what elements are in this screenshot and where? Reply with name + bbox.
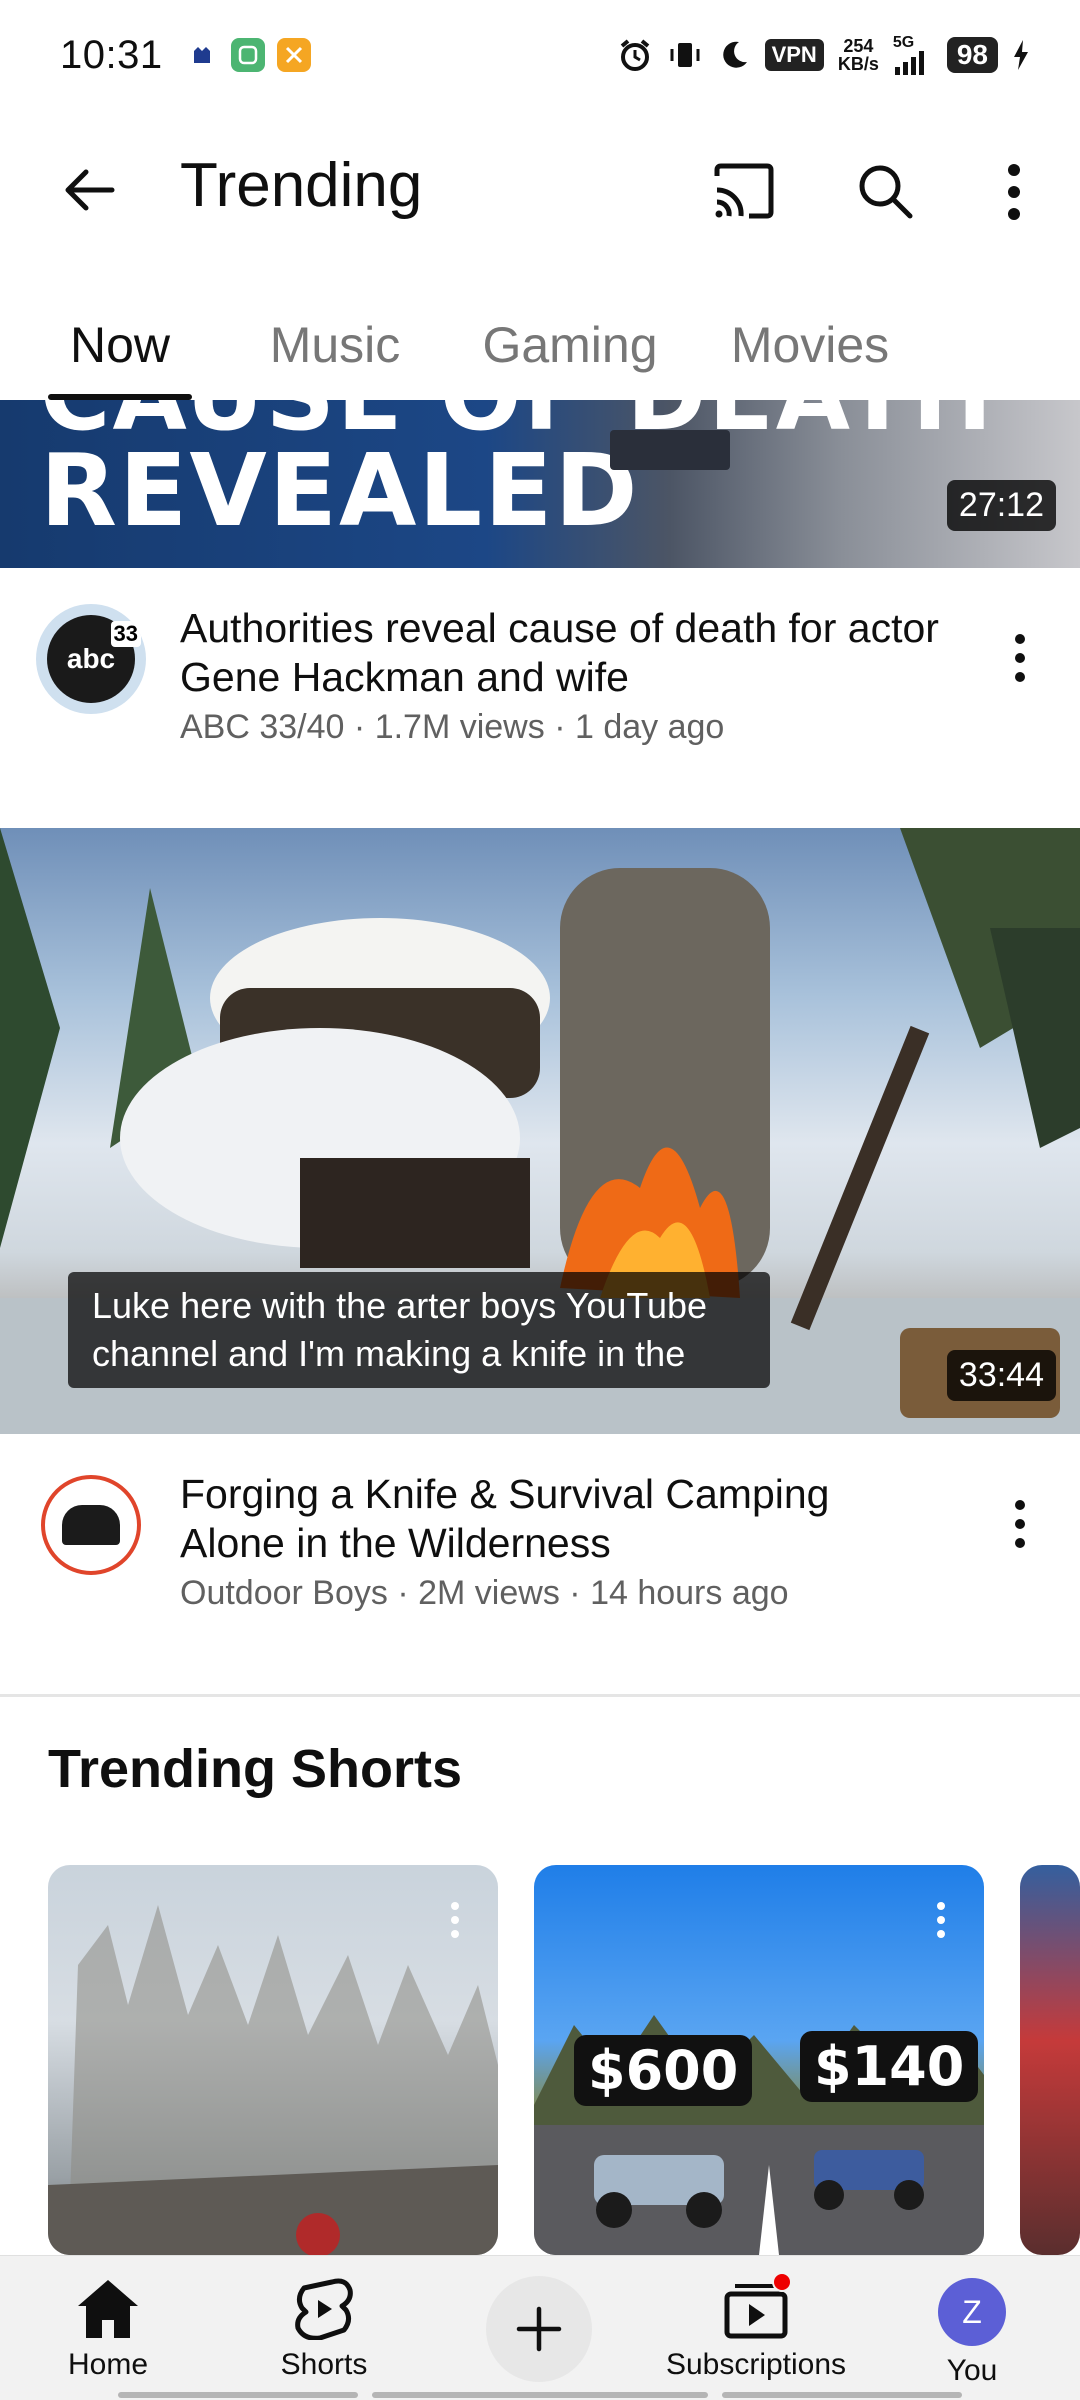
video-more-button[interactable] [990,1484,1050,1564]
search-button[interactable] [846,152,926,232]
nav-subscriptions-label: Subscriptions [665,2348,847,2381]
network-speed-value: 254 [843,36,874,56]
meta-separator: · [569,1574,591,1612]
back-button[interactable] [50,150,130,230]
video-caption: Luke here with the arter boys YouTube ch… [68,1272,770,1388]
outdoor-boys-logo-emblem [62,1505,120,1545]
arrow-left-icon [65,169,115,211]
page-title: Trending [180,151,423,220]
more-options-button[interactable] [974,152,1054,232]
gesture-bar [372,2392,708,2398]
network-speed: 254 KB/s [838,37,879,73]
nav-shorts-label: Shorts [280,2348,368,2381]
network-speed-unit: KB/s [837,54,879,74]
app-notification-icon [276,38,311,72]
cast-icon [714,163,774,219]
channel-name: Outdoor Boys [180,1574,388,1612]
video-info[interactable]: Forging a Knife & Survival Camping Alone… [0,1434,1080,1624]
more-vert-icon [1015,634,1025,682]
gesture-bar [722,2392,962,2398]
tab-music[interactable]: Music [250,290,420,400]
charging-icon [1014,40,1028,70]
video-meta: ABC 33/40 · 1.7M views · 1 day ago [180,708,724,747]
meta-separator: · [353,708,375,746]
channel-name: ABC 33/40 [180,708,345,746]
short-card[interactable] [1020,1865,1080,2255]
signal-icon [894,51,924,75]
video-thumbnail[interactable]: CAUSE OF DEATH REVEALED 27:12 [0,400,1080,568]
battery-level: 98 [946,37,998,73]
price-tag: $600 [574,2035,753,2106]
status-bar: 10:31 VPN 254 KB/s 5G 98 [0,0,1080,110]
alarm-icon [620,39,649,71]
shorts-icon [295,2278,353,2340]
shorts-section-title: Trending Shorts [48,1739,463,1799]
avatar: Z [938,2278,1006,2346]
short-card[interactable] [48,1865,498,2255]
video-title[interactable]: Forging a Knife & Survival Camping Alone… [180,1470,940,1568]
video-duration: 27:12 [946,480,1056,531]
nav-you[interactable]: Z You [872,2256,1072,2400]
home-icon [78,2280,138,2338]
vpn-badge: VPN [764,39,824,71]
more-vert-icon [1015,1500,1025,1548]
network-type: 5G [892,34,915,51]
abc-logo: abc 33 [47,615,141,703]
plus-icon [516,2306,562,2352]
search-icon [859,165,913,219]
short-card[interactable]: $600 $140 [534,1865,984,2255]
upload-age: 1 day ago [574,708,725,746]
more-vert-icon [1008,164,1020,220]
cast-button[interactable] [704,152,784,232]
moon-icon [722,41,747,68]
upload-age: 14 hours ago [590,1574,789,1612]
tab-bar: Now Music Gaming Movies [0,290,1080,400]
gesture-bar [118,2392,358,2398]
view-count: 2M views [418,1574,560,1612]
signal-indicator: 5G [893,35,933,75]
channel-avatar[interactable]: abc 33 [36,604,146,714]
meta-separator: · [554,708,575,746]
thumbnail-badge-shape [610,430,730,470]
abc-logo-badge: 33 [110,621,141,647]
short-more-button[interactable] [440,1895,470,1945]
notification-dot [772,2272,792,2292]
create-button[interactable] [486,2276,592,2382]
more-vert-icon [451,1902,459,1938]
status-indicators: VPN 254 KB/s 5G 98 [617,35,1030,75]
abc-logo-text: abc [66,643,116,674]
app-notification-icon [230,38,265,72]
video-thumbnail[interactable]: Luke here with the arter boys YouTube ch… [0,828,1080,1434]
status-app-icons [184,38,311,72]
video-more-button[interactable] [990,618,1050,698]
video-info[interactable]: abc 33 Authorities reveal cause of death… [0,568,1080,758]
video-title[interactable]: Authorities reveal cause of death for ac… [180,604,940,702]
nav-subscriptions[interactable]: Subscriptions [656,2256,856,2400]
app-notification-icon [184,38,219,72]
short-more-button[interactable] [926,1895,956,1945]
tab-movies[interactable]: Movies [720,290,900,400]
video-meta: Outdoor Boys · 2M views · 14 hours ago [180,1574,789,1613]
price-tag: $140 [800,2031,979,2102]
bottom-navigation: Home Shorts Subscriptions Z You [0,2255,1080,2400]
channel-avatar[interactable] [36,1470,146,1580]
more-vert-icon [937,1902,945,1938]
vibrate-icon [670,43,700,67]
tab-gaming[interactable]: Gaming [470,290,670,400]
meta-separator: · [397,1574,419,1612]
nav-home[interactable]: Home [8,2256,208,2400]
status-time: 10:31 [60,32,163,77]
video-duration: 33:44 [946,1350,1056,1401]
short-thumbnail-scene [48,1905,498,2255]
tab-now[interactable]: Now [48,290,192,400]
nav-you-label: You [946,2354,998,2387]
view-count: 1.7M views [374,708,545,746]
section-divider [0,1694,1080,1697]
thumbnail-headline: REVEALED [40,432,640,549]
app-bar: Trending [0,110,1080,270]
nav-home-label: Home [67,2348,149,2381]
outdoor-boys-logo [41,1475,141,1575]
nav-shorts[interactable]: Shorts [224,2256,424,2400]
